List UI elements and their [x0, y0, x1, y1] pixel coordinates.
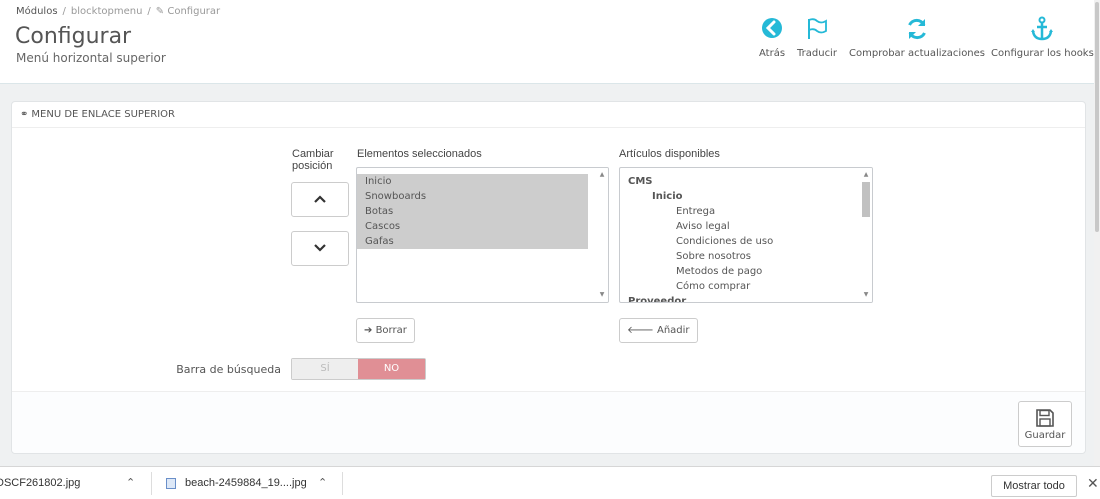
save-icon: [1036, 409, 1054, 427]
download-item-2[interactable]: beach-2459884_19....jpg: [166, 467, 307, 499]
panel-heading: ⚭ MENU DE ENLACE SUPERIOR: [12, 102, 1085, 128]
available-scrollbar[interactable]: ▲ ▼: [860, 168, 872, 302]
available-items-list: CMS Inicio Entrega Aviso legal Condiciones d…: [620, 168, 872, 302]
search-bar-label: Barra de búsqueda: [176, 363, 281, 376]
show-all-button[interactable]: Mostrar todo: [991, 475, 1077, 497]
breadcrumb-module[interactable]: blocktopmenu: [71, 6, 143, 17]
chevron-up-icon[interactable]: ⌃: [318, 467, 327, 499]
arrow-right-icon: ➔: [364, 325, 376, 336]
back-label: Atrás: [759, 48, 786, 59]
configure-hooks-label: Configurar los hooks: [991, 48, 1094, 59]
selected-item[interactable]: Inicio: [357, 174, 588, 189]
refresh-icon: [908, 18, 926, 40]
translate-button[interactable]: Traducir: [797, 16, 837, 59]
change-position-label-line2: posición: [292, 160, 333, 172]
page-title: Configurar: [15, 24, 132, 49]
anchor-icon: [1031, 16, 1054, 41]
translate-label: Traducir: [797, 48, 837, 59]
top-menu-panel: ⚭ MENU DE ENLACE SUPERIOR Cambiar posició…: [11, 101, 1086, 454]
back-button[interactable]: Atrás: [759, 16, 785, 59]
panel-heading-text: MENU DE ENLACE SUPERIOR: [31, 109, 175, 120]
available-item[interactable]: Aviso legal: [620, 219, 858, 234]
chevron-up-icon: [314, 192, 326, 207]
download-item-1[interactable]: DSCF261802.jpg: [0, 467, 80, 499]
available-item[interactable]: Cómo comprar: [620, 279, 858, 294]
selected-item[interactable]: Snowboards: [357, 189, 588, 204]
available-items-label: Artículos disponibles: [619, 148, 720, 160]
scroll-up-icon[interactable]: ▲: [596, 170, 608, 180]
save-button[interactable]: Guardar: [1018, 401, 1072, 447]
breadcrumb: Módulos / blocktopmenu / ✎ Configurar: [16, 6, 220, 17]
breadcrumb-separator: /: [147, 6, 151, 17]
chevron-up-icon[interactable]: ⌃: [126, 467, 135, 499]
breadcrumb-modules[interactable]: Módulos: [16, 6, 58, 17]
selected-item[interactable]: Botas: [357, 204, 588, 219]
page-header: Módulos / blocktopmenu / ✎ Configurar Config…: [0, 0, 1100, 84]
switch-yes[interactable]: SÍ: [292, 359, 358, 379]
move-up-button[interactable]: [291, 182, 349, 217]
page-scroll-thumb[interactable]: [1095, 2, 1099, 232]
selected-items-label: Elementos seleccionados: [357, 148, 482, 160]
link-icon: ⚭: [20, 109, 29, 120]
add-button[interactable]: 🡐 Añadir: [619, 318, 698, 343]
available-item[interactable]: Inicio: [620, 189, 858, 204]
page-subtitle: Menú horizontal superior: [16, 51, 166, 65]
breadcrumb-current: Configurar: [167, 6, 221, 17]
selected-scrollbar[interactable]: ▲ ▼: [596, 168, 608, 302]
available-item[interactable]: Condiciones de uso: [620, 234, 858, 249]
selected-item[interactable]: Gafas: [357, 234, 588, 249]
chevron-down-icon: [314, 241, 326, 256]
add-button-label: Añadir: [657, 325, 690, 336]
panel-footer: Guardar: [12, 391, 1085, 453]
scroll-down-icon[interactable]: ▼: [596, 290, 608, 300]
download-item-2-label: beach-2459884_19....jpg: [185, 477, 307, 489]
check-updates-label: Comprobar actualizaciones: [849, 48, 986, 59]
remove-button[interactable]: ➔ Borrar: [356, 318, 415, 343]
available-item[interactable]: Entrega: [620, 204, 858, 219]
available-item[interactable]: CMS: [620, 174, 858, 189]
change-position-label-line1: Cambiar: [292, 148, 334, 160]
available-item[interactable]: Proveedor: [620, 294, 858, 302]
flag-icon: [807, 18, 827, 39]
divider: [342, 472, 343, 495]
configure-hooks-button[interactable]: Configurar los hooks: [991, 16, 1094, 59]
scroll-up-icon[interactable]: ▲: [860, 170, 872, 180]
breadcrumb-separator: /: [62, 6, 66, 17]
wrench-icon: ✎: [155, 6, 168, 17]
selected-item[interactable]: Cascos: [357, 219, 588, 234]
scroll-down-icon[interactable]: ▼: [860, 290, 872, 300]
check-updates-button[interactable]: Comprobar actualizaciones: [849, 16, 985, 59]
move-down-button[interactable]: [291, 231, 349, 266]
available-items-listbox[interactable]: CMS Inicio Entrega Aviso legal Condiciones d…: [619, 167, 873, 303]
back-circle-icon: [762, 18, 783, 38]
change-position-label: Cambiar posición: [292, 148, 334, 172]
selected-items-listbox[interactable]: Inicio Snowboards Botas Cascos Gafas ▲ ▼: [356, 167, 609, 303]
search-bar-switch[interactable]: SÍ NO: [291, 358, 426, 380]
available-item[interactable]: Sobre nosotros: [620, 249, 858, 264]
arrow-left-icon: 🡐: [627, 325, 657, 336]
page-scrollbar[interactable]: [1094, 0, 1100, 466]
scroll-thumb[interactable]: [862, 182, 870, 217]
remove-button-label: Borrar: [375, 325, 407, 336]
image-file-icon: [166, 477, 176, 489]
selected-items-list: Inicio Snowboards Botas Cascos Gafas: [357, 168, 608, 249]
download-bar: DSCF261802.jpg ⌃ beach-2459884_19....jpg…: [0, 466, 1100, 499]
save-label: Guardar: [1024, 430, 1066, 441]
close-icon[interactable]: ✕: [1087, 467, 1099, 499]
divider: [151, 472, 152, 495]
available-item[interactable]: Metodos de pago: [620, 264, 858, 279]
switch-no[interactable]: NO: [358, 359, 425, 379]
